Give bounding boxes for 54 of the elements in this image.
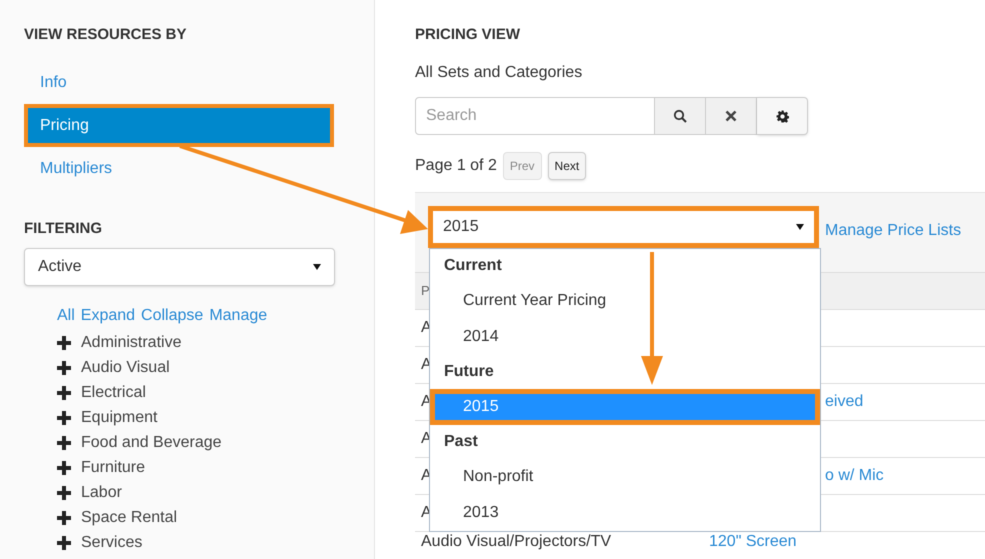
section-heading: VIEW RESOURCES BY: [24, 25, 188, 45]
category-item[interactable]: Services: [81, 530, 142, 554]
caret-icon: [313, 264, 321, 270]
plus-icon[interactable]: [57, 460, 71, 474]
plus-icon[interactable]: [57, 510, 71, 524]
option-group-label: Current: [443, 256, 503, 276]
tree-link[interactable]: Collapse: [141, 304, 204, 328]
tree-link[interactable]: Expand: [80, 304, 136, 328]
option-group-label: Past: [443, 432, 479, 452]
table-link[interactable]: 120" Screen: [709, 533, 797, 551]
settings-button[interactable]: [757, 97, 808, 135]
tree-link[interactable]: All: [57, 304, 75, 328]
clear-button[interactable]: [706, 97, 757, 135]
settings-icon: [776, 110, 788, 122]
page-indicator: Page 1 of 2: [415, 156, 497, 176]
category-item[interactable]: Furniture: [81, 456, 146, 480]
plus-icon[interactable]: [57, 386, 71, 400]
category-item[interactable]: Electrical: [81, 380, 146, 404]
category-item[interactable]: Labor: [81, 480, 122, 504]
column-header: P: [421, 282, 430, 300]
plus-icon[interactable]: [57, 436, 71, 450]
plus-icon[interactable]: [57, 536, 71, 550]
search-button[interactable]: [655, 97, 706, 135]
view-option[interactable]: Multipliers: [24, 147, 334, 190]
category-item[interactable]: Space Rental: [81, 506, 178, 530]
plus-icon[interactable]: [57, 360, 71, 374]
table-link[interactable]: o w/ Mic: [825, 464, 884, 488]
search-field[interactable]: Search: [415, 97, 655, 135]
next-button[interactable]: Next: [548, 152, 586, 180]
category-item[interactable]: Equipment: [81, 406, 158, 430]
close-icon: [725, 110, 737, 122]
filter-select[interactable]: Active: [24, 248, 335, 286]
category-item[interactable]: Administrative: [81, 330, 182, 354]
section-heading: FILTERING: [24, 219, 104, 239]
plus-icon[interactable]: [57, 486, 71, 500]
table-link[interactable]: eived: [825, 390, 864, 414]
category-item[interactable]: Audio Visual: [81, 356, 170, 380]
price-list-select[interactable]: 2015: [428, 206, 819, 248]
tree-link[interactable]: Manage: [209, 304, 268, 328]
view-option[interactable]: Info: [24, 61, 334, 104]
dropdown-option[interactable]: Current Year Pricing: [430, 283, 820, 319]
table-cell-text: Audio Visual/Projectors/TV: [421, 533, 612, 551]
category-item[interactable]: Food and Beverage: [81, 430, 222, 454]
plus-icon[interactable]: [57, 410, 71, 424]
page-subtitle: All Sets and Categories: [415, 63, 584, 83]
plus-icon[interactable]: [57, 336, 71, 350]
view-option[interactable]: Pricing: [24, 104, 334, 147]
search-icon: [673, 109, 687, 123]
dropdown-option[interactable]: Non-profit: [430, 459, 820, 495]
dropdown-option[interactable]: 2013: [430, 495, 820, 531]
option-group-label: Future: [443, 362, 495, 382]
caret-icon: [796, 224, 804, 230]
page-title: PRICING VIEW: [415, 25, 522, 45]
dropdown-option[interactable]: 2014: [430, 319, 820, 355]
